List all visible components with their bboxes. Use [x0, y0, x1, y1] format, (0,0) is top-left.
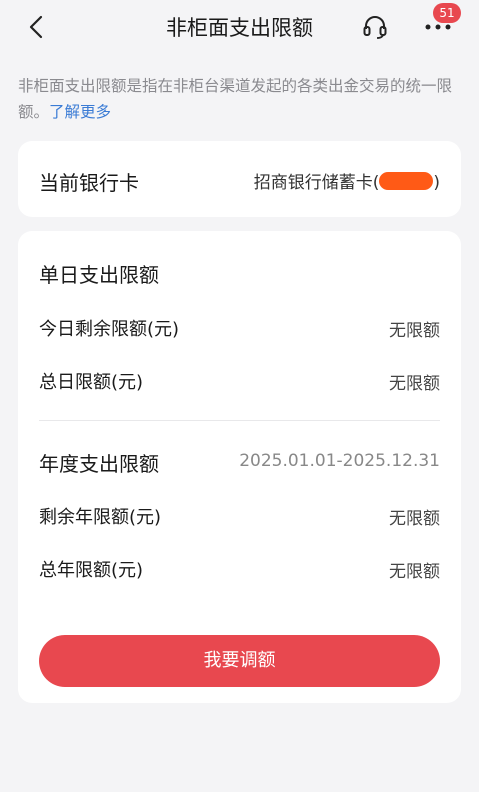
current-card-label: 当前银行卡	[39, 171, 139, 195]
learn-more-link[interactable]: 了解更多	[49, 103, 111, 121]
card-name-suffix: )	[433, 173, 440, 193]
limits-panel: 单日支出限额 今日剩余限额(元) 无限额 总日限额(元) 无限额 年度支出限额 …	[18, 231, 461, 703]
masked-card-number	[379, 172, 434, 190]
card-name-text: 招商银行储蓄卡(	[253, 173, 380, 193]
annual-remaining-label: 剩余年限额(元)	[39, 507, 162, 528]
daily-limit-title: 单日支出限额	[39, 263, 159, 287]
section-divider	[39, 420, 440, 421]
limit-description: 非柜面支出限额是指在非柜台渠道发起的各类出金交易的统一限额。了解更多	[18, 73, 464, 125]
headset-icon	[363, 16, 387, 39]
daily-remaining-label: 今日剩余限额(元)	[39, 319, 180, 340]
back-button[interactable]	[20, 10, 54, 44]
adjust-limit-button[interactable]: 我要调额	[39, 635, 440, 687]
annual-total-value: 无限额	[389, 562, 440, 582]
current-card-panel[interactable]: 当前银行卡 招商银行储蓄卡()	[18, 141, 461, 217]
annual-remaining-value: 无限额	[389, 509, 440, 529]
daily-total-label: 总日限额(元)	[39, 372, 144, 393]
top-nav-bar: 非柜面支出限额 51	[0, 0, 479, 56]
more-dots-icon	[425, 24, 451, 30]
daily-total-value: 无限额	[389, 374, 440, 394]
page-title: 非柜面支出限额	[166, 16, 313, 40]
annual-total-label: 总年限额(元)	[39, 560, 144, 581]
customer-service-button[interactable]	[358, 10, 392, 44]
chevron-left-icon	[29, 15, 43, 39]
current-card-value: 招商银行储蓄卡()	[254, 168, 440, 193]
annual-period: 2025.01.01-2025.12.31	[239, 451, 440, 471]
notification-badge: 51	[433, 3, 461, 23]
annual-limit-title: 年度支出限额	[39, 452, 159, 476]
daily-remaining-value: 无限额	[389, 321, 440, 341]
